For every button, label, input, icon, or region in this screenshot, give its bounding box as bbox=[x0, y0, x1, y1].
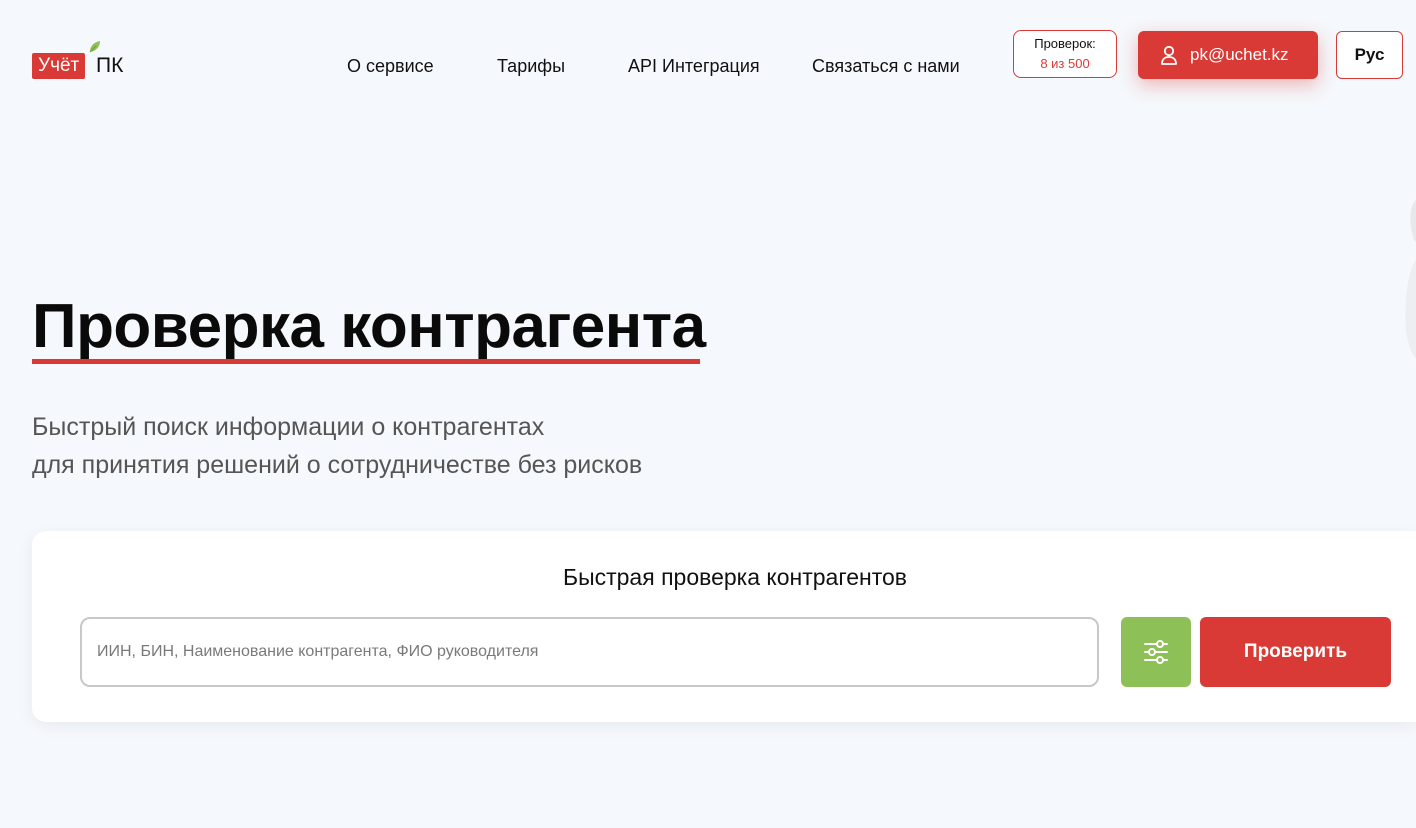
nav-item-api[interactable]: API Интеграция bbox=[628, 54, 760, 78]
user-email: pk@uchet.kz bbox=[1190, 45, 1289, 64]
sliders-icon bbox=[1144, 640, 1168, 664]
user-icon bbox=[1161, 45, 1177, 65]
check-submit-button[interactable]: Проверить bbox=[1200, 617, 1391, 687]
title-underline bbox=[32, 359, 700, 364]
quick-check-title: Быстрая проверка контрагентов bbox=[562, 564, 907, 590]
hero-subtitle-line-1: Быстрый поиск информации о контрагентах bbox=[32, 413, 545, 441]
user-account-button[interactable]: pk@uchet.kz bbox=[1138, 31, 1318, 79]
nav-item-tariffs[interactable]: Тарифы bbox=[497, 54, 565, 78]
checks-label: Проверок: bbox=[1034, 36, 1096, 51]
checks-counter-badge[interactable]: Проверок: 8 из 500 bbox=[1013, 30, 1117, 78]
language-selector[interactable]: Рус bbox=[1336, 31, 1403, 79]
logo-suffix: ПК bbox=[96, 54, 124, 77]
decorative-illustration bbox=[1405, 200, 1416, 358]
logo-box-text: Учёт bbox=[32, 53, 86, 79]
quick-check-card: Быстрая проверка контрагентов Проверить bbox=[32, 531, 1416, 722]
hero-subtitle-line-2: для принятия решений о сотрудничестве бе… bbox=[32, 451, 643, 479]
filter-button[interactable] bbox=[1121, 617, 1191, 687]
nav-item-contact[interactable]: Связаться с нами bbox=[812, 54, 960, 78]
leaf-icon bbox=[89, 41, 100, 53]
search-input[interactable] bbox=[80, 617, 1099, 687]
nav-item-about[interactable]: О сервисе bbox=[347, 54, 434, 78]
hero-subtitle: Быстрый поиск информации о контрагентах … bbox=[32, 408, 642, 484]
checks-count: 8 из 500 bbox=[1040, 56, 1090, 71]
logo[interactable]: Учёт ПК bbox=[32, 40, 142, 80]
page-title: Проверка контрагента bbox=[32, 292, 706, 361]
